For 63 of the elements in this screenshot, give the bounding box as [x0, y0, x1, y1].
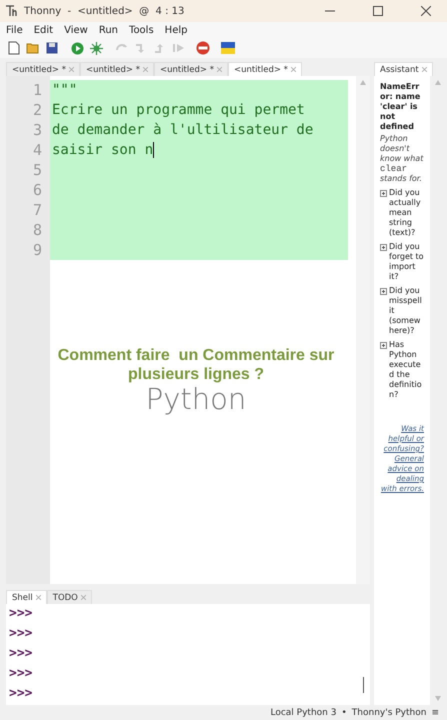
run-icon[interactable]	[70, 42, 84, 54]
shell-prompt: >>>	[9, 625, 34, 643]
line-number: 5	[32, 160, 43, 180]
expand-icon[interactable]	[380, 342, 387, 349]
text-cursor	[153, 142, 154, 158]
assistant-tab[interactable]: Assistant	[374, 62, 433, 76]
menu-item[interactable]: File	[6, 24, 23, 36]
expand-icon[interactable]	[380, 190, 387, 197]
shell-prompt: >>>	[9, 685, 34, 703]
expand-icon[interactable]	[380, 288, 387, 295]
scroll-up-icon[interactable]	[434, 80, 440, 85]
scroll-down-icon[interactable]	[434, 696, 440, 701]
shell-prompt: >>>	[9, 645, 34, 663]
suggestion-text[interactable]: Did you forget to import it?	[389, 242, 424, 282]
shell-prompt: >>>	[9, 605, 34, 623]
suggestion-text[interactable]: Did you actually mean string (text)?	[389, 188, 424, 238]
editor-tab[interactable]: <untitled> *	[6, 62, 80, 76]
line-number: 1	[32, 80, 43, 100]
app-logo-icon	[6, 5, 18, 17]
error-hint: Python doesn't know what clear stands for.	[380, 134, 424, 184]
line-number: 4	[32, 140, 43, 160]
editor-tab[interactable]: <untitled> *	[228, 62, 302, 76]
window-title: Thonny - <untitled> @ 4 : 13	[24, 6, 186, 16]
interpreter-label[interactable]: Local Python 3	[270, 708, 336, 718]
bug-icon[interactable]	[90, 42, 102, 54]
line-number: 3	[32, 120, 43, 140]
line-number: 9	[32, 240, 43, 260]
code-line: """	[51, 82, 78, 98]
menu-item[interactable]: Run	[98, 24, 118, 36]
menu-glyph[interactable]: ≡	[431, 708, 439, 718]
editor-tab[interactable]: <untitled> *	[154, 62, 228, 76]
shell-tab[interactable]: Shell	[6, 590, 47, 604]
menu-item[interactable]: Edit	[34, 24, 54, 36]
stop-icon[interactable]	[196, 41, 210, 55]
line-number: 6	[32, 180, 43, 200]
close-icon[interactable]	[421, 6, 431, 16]
editor-tab[interactable]: <untitled> *	[80, 62, 154, 76]
suggestion-text[interactable]: Did you misspell it (somewhere)?	[389, 286, 424, 336]
code-line: saisir son n	[51, 142, 154, 158]
menu-item[interactable]: Help	[164, 24, 188, 36]
code-line: de demander à l'ultilisateur de	[51, 122, 314, 138]
maximize-icon[interactable]	[373, 6, 383, 16]
error-title: NameError: name 'clear' is not defined	[380, 82, 422, 132]
shell-tab[interactable]: TODO	[46, 590, 92, 604]
separator-dot: •	[341, 708, 347, 718]
scroll-up-icon[interactable]	[360, 80, 366, 85]
menu-item[interactable]: Tools	[129, 24, 154, 36]
flag-icon[interactable]	[221, 42, 235, 54]
overlay-title: Comment faire un Commentaire sur plusieurs lignes ?	[56, 346, 336, 384]
line-number: 2	[32, 100, 43, 120]
shell-prompt: >>>	[9, 665, 34, 683]
line-number: 8	[32, 220, 43, 240]
line-number: 7	[32, 200, 43, 220]
save-icon[interactable]	[46, 42, 58, 54]
folder-icon[interactable]	[26, 42, 40, 54]
menu-item[interactable]: View	[64, 24, 88, 36]
suggestion-text[interactable]: Has Python executed the definition?	[389, 340, 424, 400]
overlay-subtitle: Python	[146, 384, 246, 414]
code-line: Ecrire un programme qui permet	[51, 102, 305, 118]
new-file-icon[interactable]	[8, 41, 20, 55]
scrollbar-thumb[interactable]	[362, 677, 364, 693]
python-label[interactable]: Thonny's Python	[352, 708, 426, 718]
expand-icon[interactable]	[380, 244, 387, 251]
